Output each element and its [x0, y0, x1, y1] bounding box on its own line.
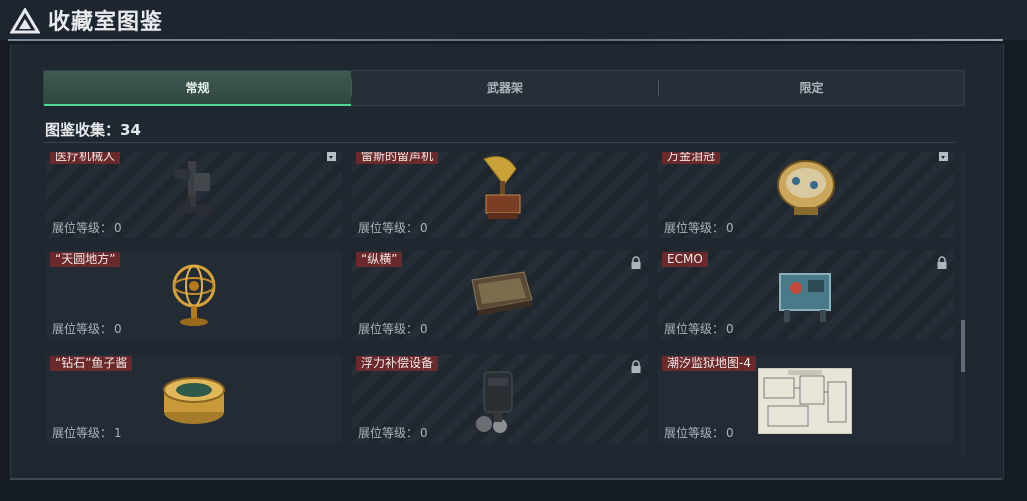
item-name-tag: 医疗机械人	[50, 152, 121, 164]
item-name-tag: “天圆地方”	[50, 252, 121, 267]
medical-robot-image	[174, 161, 214, 213]
title-bar: 收藏室图鉴	[0, 0, 1027, 40]
booth-level: 展位等级： 0	[664, 322, 734, 336]
gramophone-image	[483, 156, 521, 219]
lock-icon	[631, 360, 641, 373]
collection-card[interactable]: ECMO 展位等级： 0	[658, 250, 954, 339]
page-title: 收藏室图鉴	[48, 10, 164, 35]
collection-card[interactable]: 浮力补偿设备 展位等级： 0	[352, 354, 648, 443]
item-name-tag: 万金泪冠	[662, 152, 721, 164]
dropdown-icon[interactable]	[327, 152, 336, 161]
scrollbar-track[interactable]	[961, 152, 965, 454]
booth-level: 展位等级： 0	[664, 221, 734, 235]
jeweled-egg-image	[777, 160, 835, 215]
booth-level: 展位等级： 1	[52, 426, 122, 440]
collection-card[interactable]: 万金泪冠 展位等级： 0	[658, 152, 954, 238]
collection-card[interactable]: 医疗机械人 展位等级： 0	[46, 152, 342, 238]
triangle-logo-icon	[10, 8, 40, 34]
booth-level: 展位等级： 0	[358, 221, 428, 235]
booth-level: 展位等级： 0	[52, 221, 122, 235]
collection-card[interactable]: 雷斯的留声机 展位等级： 0	[352, 152, 648, 238]
chess-board-image	[471, 271, 533, 316]
collection-grid: 医疗机械人 展位等级： 0 雷斯的留声机 展位等级： 0 万金泪冠 展位等级： …	[43, 152, 958, 454]
divider	[43, 142, 955, 143]
tab-regular[interactable]: 常规	[44, 71, 351, 106]
caviar-tin-image	[163, 377, 225, 424]
item-name-tag: 潮汐监狱地图-4	[662, 356, 756, 371]
scrollbar-thumb[interactable]	[961, 320, 965, 372]
panel-bottom-edge	[10, 478, 1002, 480]
collection-label: 图鉴收集：	[45, 121, 121, 139]
booth-level: 展位等级： 0	[358, 426, 428, 440]
collection-number: 34	[120, 121, 141, 139]
item-name-tag: 浮力补偿设备	[356, 356, 439, 371]
armillary-sphere-image	[172, 264, 216, 326]
collection-card[interactable]: 潮汐监狱地图-4 展位等级： 0	[658, 354, 954, 443]
prison-map-image	[758, 368, 852, 434]
tab-weapon-rack[interactable]: 武器架	[352, 71, 658, 105]
tab-bar: 常规 武器架 限定	[43, 70, 965, 106]
collection-card[interactable]: “天圆地方” 展位等级： 0	[46, 250, 342, 339]
collection-card[interactable]: “纵横” 展位等级： 0	[352, 250, 648, 339]
booth-level: 展位等级： 0	[664, 426, 734, 440]
title-divider	[8, 39, 1003, 41]
item-name-tag: ECMO	[662, 252, 708, 267]
ecmo-machine-image	[779, 273, 831, 322]
dropdown-icon[interactable]	[939, 152, 948, 161]
item-name-tag: 雷斯的留声机	[356, 152, 439, 164]
booth-level: 展位等级： 0	[358, 322, 428, 336]
lock-icon	[937, 256, 947, 269]
lock-icon	[631, 256, 641, 269]
item-name-tag: “钻石”鱼子酱	[50, 356, 133, 371]
tab-limited[interactable]: 限定	[659, 71, 964, 105]
collection-card[interactable]: “钻石”鱼子酱 展位等级： 1	[46, 354, 342, 443]
item-name-tag: “纵横”	[356, 252, 403, 267]
buoyancy-device-image	[476, 371, 513, 433]
booth-level: 展位等级： 0	[52, 322, 122, 336]
collection-count: 图鉴收集：34	[45, 119, 141, 140]
